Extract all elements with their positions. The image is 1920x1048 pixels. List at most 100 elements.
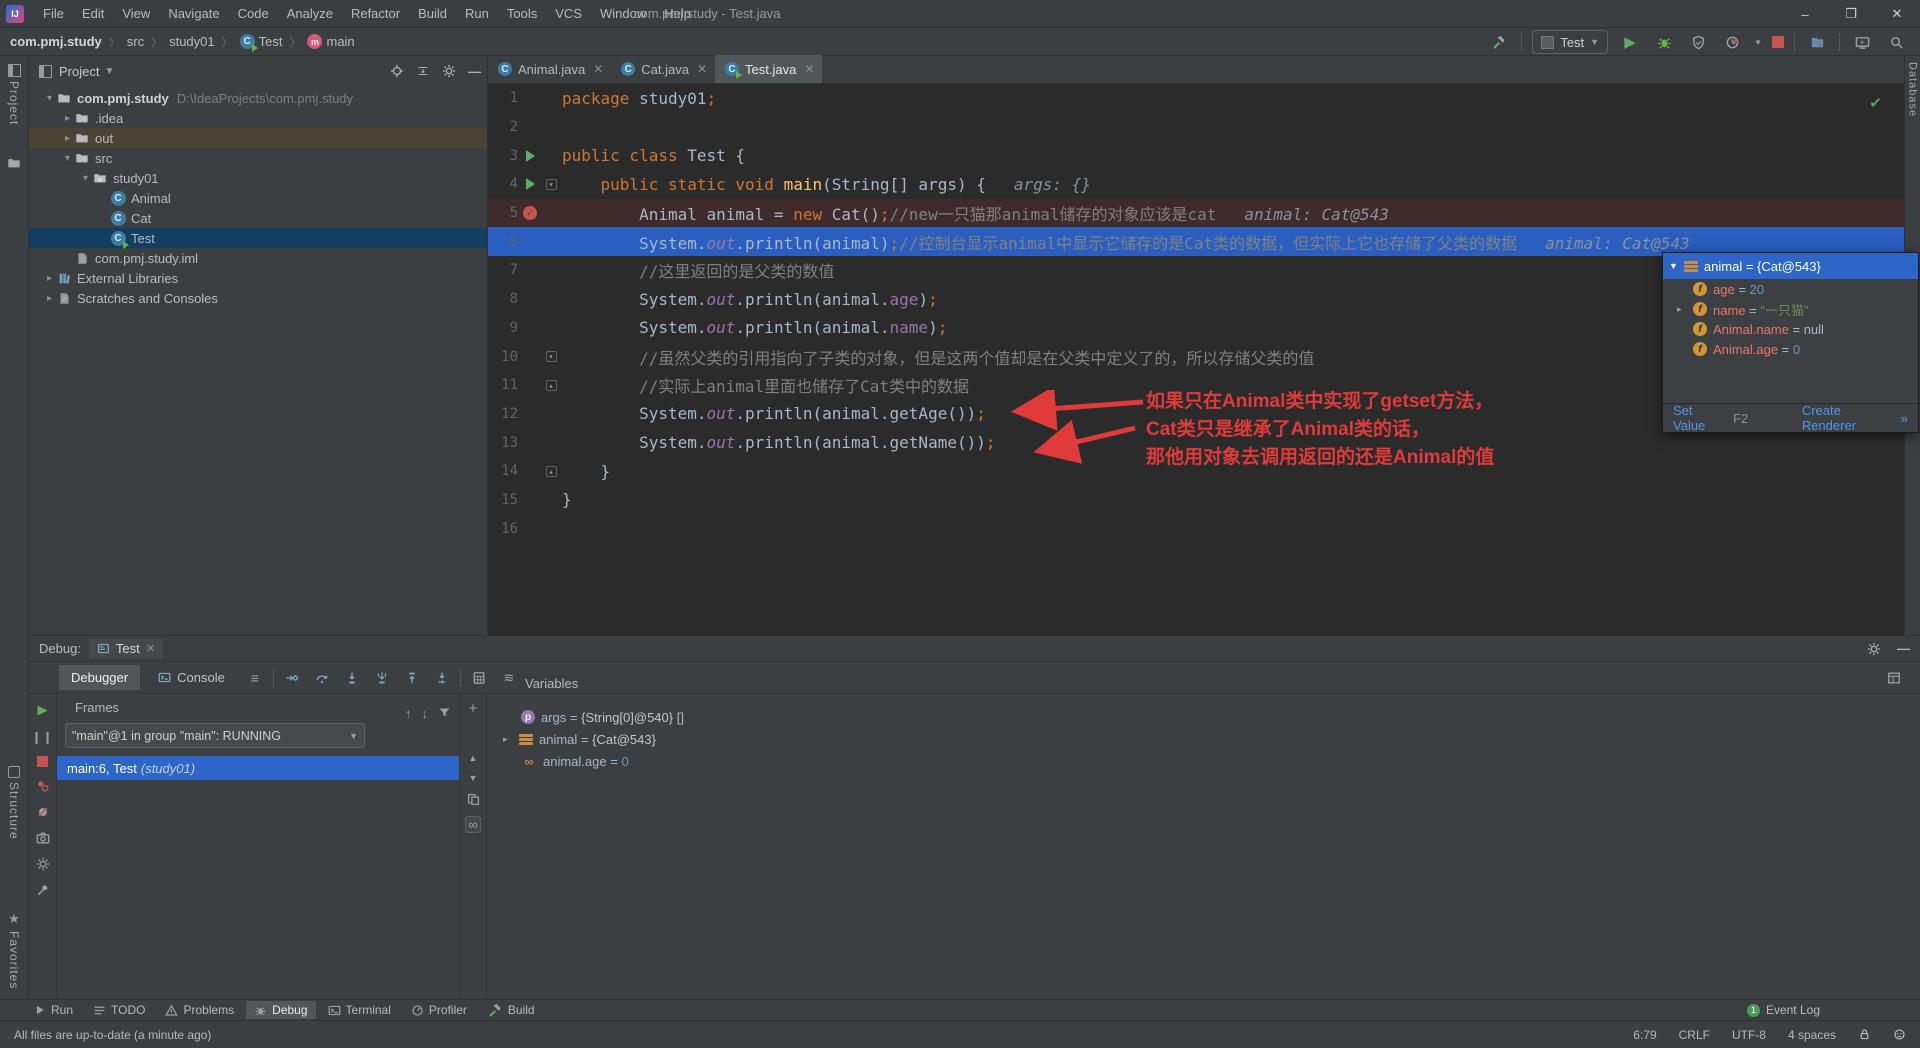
- copy-icon[interactable]: [467, 793, 480, 806]
- evaluate-expression-icon[interactable]: [467, 667, 491, 689]
- chevron-down-icon[interactable]: ▾: [43, 93, 56, 104]
- chevron-right-icon[interactable]: ▸: [61, 113, 74, 124]
- run-anything-icon[interactable]: [1850, 31, 1874, 53]
- tab-debugger[interactable]: Debugger: [59, 665, 141, 690]
- tool-button-project[interactable]: Project: [0, 64, 28, 125]
- locate-file-icon[interactable]: [390, 64, 404, 78]
- tool-button-favorites[interactable]: ★ Favorites: [0, 911, 28, 989]
- step-out-icon[interactable]: [400, 667, 424, 689]
- tool-button-database[interactable]: Database: [1905, 62, 1920, 117]
- maximize-button[interactable]: ❐: [1828, 0, 1874, 28]
- chevron-down-icon[interactable]: ▾: [61, 153, 74, 164]
- fold-marker-icon[interactable]: ▴: [542, 379, 560, 391]
- fold-up-icon[interactable]: ▴: [545, 465, 557, 477]
- editor-tab-animal-java[interactable]: C Animal.java ✕: [488, 55, 611, 83]
- project-view-select[interactable]: Project: [59, 64, 99, 79]
- tree-item-cat[interactable]: C Cat: [29, 208, 487, 228]
- toolwindow-button-profiler[interactable]: Profiler: [403, 1001, 475, 1019]
- menu-analyze[interactable]: Analyze: [278, 2, 342, 25]
- fold-marker-icon[interactable]: ▾: [542, 178, 560, 190]
- menu-build[interactable]: Build: [409, 2, 456, 25]
- run-config-select[interactable]: Test ▼: [1532, 30, 1609, 54]
- variable-args[interactable]: p args = {String[0]@540} []: [487, 706, 1920, 728]
- debug-session-tab[interactable]: Test ✕: [88, 639, 163, 658]
- step-over-icon[interactable]: [310, 667, 334, 689]
- trace-streams-icon[interactable]: ≋: [497, 667, 521, 689]
- indent-style[interactable]: 4 spaces: [1788, 1028, 1836, 1042]
- chevron-expanded-icon[interactable]: ▼: [1669, 261, 1678, 271]
- close-button[interactable]: ✕: [1874, 0, 1920, 28]
- resume-button[interactable]: ▶: [38, 702, 48, 718]
- breadcrumb-item-main[interactable]: main: [326, 34, 354, 49]
- tree-item-idea[interactable]: ▸ .idea: [29, 108, 487, 128]
- layout-settings-icon[interactable]: [1882, 667, 1906, 689]
- menu-tools[interactable]: Tools: [498, 2, 546, 25]
- tree-item-out[interactable]: ▸ out: [29, 128, 487, 148]
- mute-breakpoints-icon[interactable]: [36, 805, 50, 819]
- run-gutter-icon[interactable]: [518, 178, 542, 191]
- popup-field-name[interactable]: ▸ f name = "一只猫": [1663, 299, 1918, 319]
- more-actions-icon[interactable]: »: [1901, 411, 1908, 426]
- menu-vcs[interactable]: VCS: [546, 2, 591, 25]
- chevron-right-icon[interactable]: ▸: [43, 273, 56, 284]
- fold-marker-icon[interactable]: ▾: [542, 351, 560, 363]
- chevron-right-icon[interactable]: ▸: [1677, 304, 1687, 315]
- variable-animal[interactable]: ▸ animal = {Cat@543}: [487, 728, 1920, 750]
- toolwindow-button-terminal[interactable]: Terminal: [320, 1001, 399, 1019]
- profiler-button[interactable]: [1720, 31, 1744, 53]
- popup-field-animal-age[interactable]: f Animal.age = 0: [1663, 339, 1918, 359]
- create-renderer-link[interactable]: Create Renderer: [1802, 403, 1893, 433]
- step-into-icon[interactable]: [340, 667, 364, 689]
- tree-item-test[interactable]: C Test: [29, 228, 487, 249]
- force-step-into-icon[interactable]: [370, 667, 394, 689]
- search-everywhere-icon[interactable]: [1884, 31, 1908, 53]
- menu-run[interactable]: Run: [456, 2, 498, 25]
- chevron-right-icon[interactable]: ▸: [61, 133, 74, 144]
- minimize-button[interactable]: –: [1782, 0, 1828, 28]
- close-icon[interactable]: ✕: [697, 62, 707, 76]
- collapse-all-icon[interactable]: [416, 64, 430, 78]
- debug-button[interactable]: [1652, 31, 1676, 53]
- toolwindow-button-debug[interactable]: Debug: [246, 1001, 316, 1019]
- settings-gear-icon[interactable]: [1867, 642, 1881, 656]
- hide-panel-icon[interactable]: —: [1897, 641, 1910, 656]
- variable-animal-age[interactable]: ∞ animal.age = 0: [487, 750, 1920, 772]
- toolwindow-button-problems[interactable]: Problems: [157, 1001, 242, 1019]
- tree-item-study01[interactable]: ▾ study01: [29, 168, 487, 188]
- run-to-cursor-icon[interactable]: [430, 667, 454, 689]
- scroll-down-icon[interactable]: ▼: [469, 773, 478, 783]
- chevron-down-icon[interactable]: ▾: [79, 173, 92, 184]
- event-log-button[interactable]: 1 Event Log: [1746, 1003, 1820, 1017]
- line-separator[interactable]: CRLF: [1679, 1028, 1710, 1042]
- menu-navigate[interactable]: Navigate: [159, 2, 228, 25]
- stop-button[interactable]: [37, 756, 48, 767]
- build-hammer-icon[interactable]: [1487, 31, 1511, 53]
- menu-refactor[interactable]: Refactor: [342, 2, 409, 25]
- toolwindow-button-run[interactable]: Run: [26, 1001, 81, 1019]
- prev-frame-icon[interactable]: ↑: [405, 706, 412, 721]
- tab-console[interactable]: Console: [146, 665, 237, 690]
- project-structure-icon[interactable]: [1805, 31, 1829, 53]
- chevron-right-icon[interactable]: ▸: [43, 293, 56, 304]
- fold-down-icon[interactable]: ▾: [545, 351, 557, 363]
- breadcrumb-item-test[interactable]: Test: [259, 34, 283, 49]
- inspections-hector-icon[interactable]: [1893, 1028, 1906, 1041]
- readonly-lock-icon[interactable]: [1858, 1028, 1871, 1041]
- menu-code[interactable]: Code: [229, 2, 278, 25]
- file-encoding[interactable]: UTF-8: [1732, 1028, 1766, 1042]
- close-icon[interactable]: ✕: [804, 62, 814, 76]
- popup-field-animal-name[interactable]: f Animal.name = null: [1663, 319, 1918, 339]
- breadcrumb-item-com-pmj-study[interactable]: com.pmj.study: [10, 34, 102, 49]
- next-frame-icon[interactable]: ↓: [422, 706, 429, 721]
- breadcrumb-item-study01[interactable]: study01: [169, 34, 215, 49]
- tool-button-structure[interactable]: Structure: [0, 766, 28, 840]
- pin-icon[interactable]: [36, 883, 50, 897]
- menu-edit[interactable]: Edit: [73, 2, 113, 25]
- menu-file[interactable]: File: [34, 2, 73, 25]
- popup-header-row[interactable]: ▼ animal = {Cat@543}: [1663, 253, 1918, 279]
- coverage-button[interactable]: [1686, 31, 1710, 53]
- set-value-link[interactable]: Set Value: [1673, 403, 1725, 433]
- toolwindow-button-build[interactable]: Build: [479, 1000, 543, 1020]
- tree-item-com-pmj-study-iml[interactable]: com.pmj.study.iml: [29, 248, 487, 268]
- chevron-down-icon[interactable]: ▼: [1754, 38, 1762, 47]
